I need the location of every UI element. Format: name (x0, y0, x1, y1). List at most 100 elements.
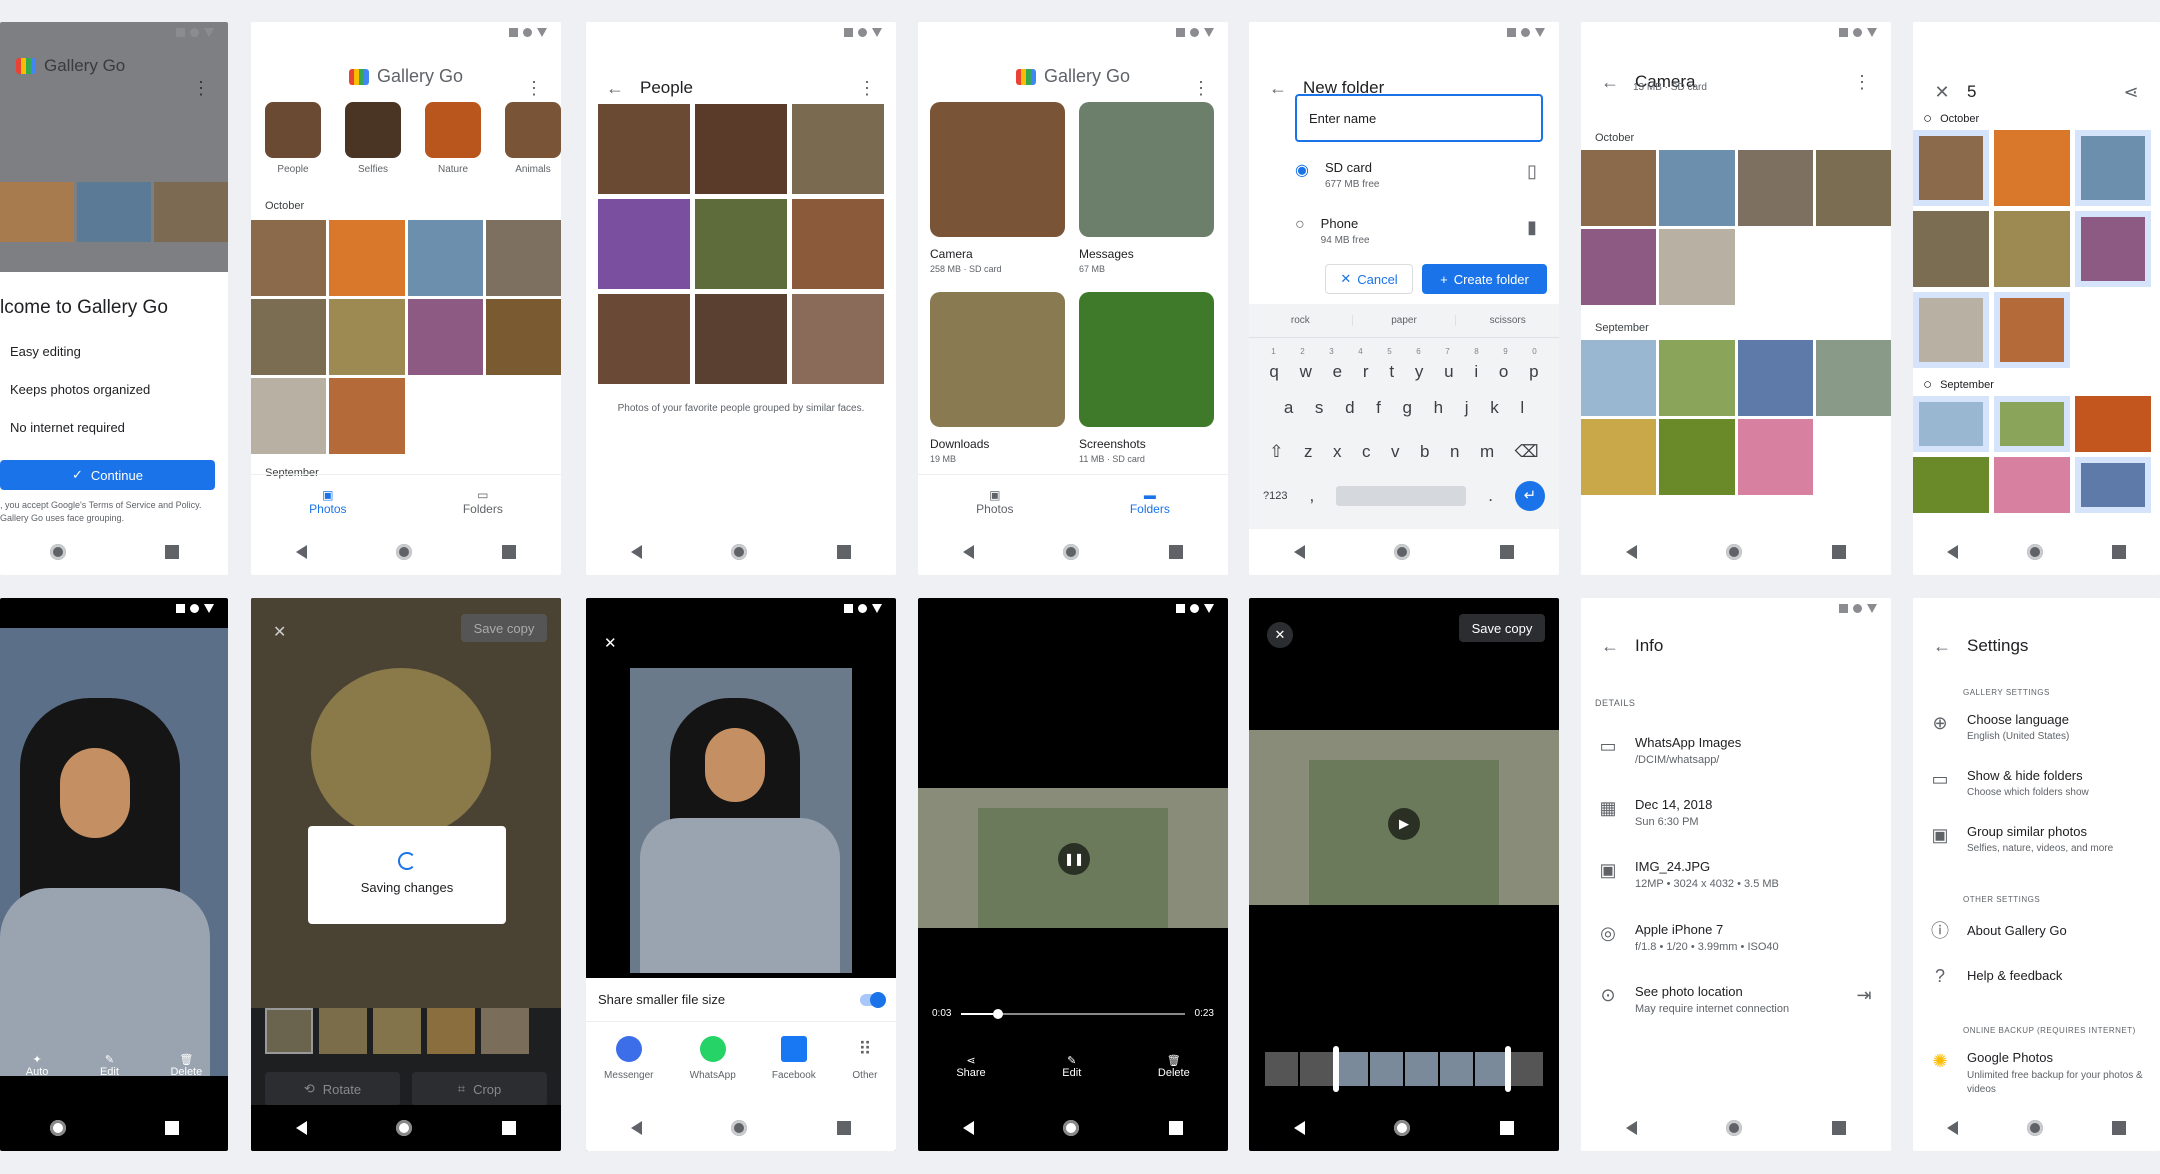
person-face[interactable] (598, 294, 690, 384)
edit-button[interactable]: ✎ Edit (1062, 1054, 1081, 1079)
photo-thumb[interactable] (1581, 419, 1657, 495)
folder-screenshots[interactable]: Screenshots 11 MB · SD card (1079, 292, 1214, 464)
share-icon[interactable]: ⋖ (2120, 81, 2142, 103)
photo-thumb[interactable] (1737, 150, 1813, 226)
photo-thumb-selected[interactable] (2075, 130, 2151, 206)
nav-photos-tab[interactable]: ▣ Photos (976, 488, 1013, 516)
back-icon[interactable] (295, 1121, 307, 1135)
setting-about[interactable]: ⓘ About Gallery Go (1929, 920, 2160, 942)
person-face[interactable] (695, 199, 787, 289)
back-icon[interactable] (962, 1121, 974, 1135)
continue-button[interactable]: ✓ Continue (0, 460, 215, 490)
back-arrow-icon[interactable]: ← (1267, 77, 1289, 99)
progress-track[interactable] (961, 1008, 1185, 1019)
chip-selfies[interactable]: Selfies (345, 102, 401, 175)
photo-thumb[interactable] (251, 378, 327, 454)
crop-button[interactable]: ⌗ Crop (412, 1072, 547, 1106)
photo-thumb[interactable] (1737, 419, 1813, 495)
filter-thumb[interactable] (427, 1008, 475, 1054)
photo-thumb-selected[interactable] (1913, 292, 1989, 368)
option-phone[interactable]: ○ Phone 94 MB free ▮ (1295, 216, 1543, 246)
option-sd-card[interactable]: ◉ SD card 677 MB free ▯ (1295, 160, 1543, 190)
folder-messages[interactable]: Messages 67 MB (1079, 102, 1214, 274)
person-face[interactable] (792, 104, 884, 194)
scrubber-handle[interactable] (992, 1008, 1003, 1019)
delete-button[interactable]: 🗑 Delete (170, 1053, 202, 1078)
photo-thumb[interactable] (251, 299, 327, 375)
back-icon[interactable] (1625, 1121, 1637, 1135)
home-icon[interactable] (49, 1120, 66, 1136)
photo-thumb[interactable] (329, 220, 405, 296)
person-face[interactable] (598, 199, 690, 289)
back-icon[interactable] (295, 545, 307, 559)
photo-thumb-selected[interactable] (2075, 457, 2151, 513)
filter-thumb[interactable] (373, 1008, 421, 1054)
save-copy-button[interactable]: Save copy (1459, 614, 1545, 642)
photo-thumb[interactable] (1994, 130, 2070, 206)
trim-end-handle[interactable] (1505, 1046, 1511, 1092)
home-icon[interactable] (731, 1120, 748, 1136)
folder-name-input[interactable]: Enter name (1295, 94, 1543, 142)
home-icon[interactable] (396, 544, 413, 560)
home-icon[interactable] (1394, 1120, 1411, 1136)
open-external-icon[interactable]: ⇥ (1853, 984, 1875, 1006)
photo-thumb-selected[interactable] (1913, 396, 1989, 452)
nav-folders-tab[interactable]: ▬ Folders (1130, 488, 1170, 516)
photo-thumb[interactable] (1581, 229, 1657, 305)
share-other[interactable]: ⠿ Other (852, 1036, 878, 1081)
space-bar[interactable] (1336, 486, 1467, 506)
recents-icon[interactable] (837, 545, 852, 559)
shift-icon[interactable]: ⇧ (1269, 442, 1283, 462)
photo-thumb[interactable] (329, 299, 405, 375)
home-icon[interactable] (1063, 544, 1080, 560)
setting-language[interactable]: ⊕ Choose language English (United States) (1929, 712, 2160, 742)
viewer-photo[interactable] (0, 628, 228, 1076)
recents-icon[interactable] (2111, 545, 2126, 559)
photo-thumb[interactable] (1815, 150, 1891, 226)
folder-downloads[interactable]: Downloads 19 MB (930, 292, 1065, 464)
photo-thumb[interactable] (1659, 150, 1735, 226)
home-icon[interactable] (49, 544, 66, 560)
photo-thumb[interactable] (485, 299, 561, 375)
photo-thumb-selected[interactable] (1913, 130, 1989, 206)
recents-icon[interactable] (164, 545, 179, 559)
info-location[interactable]: ⊙ See photo location May require internet … (1597, 984, 1875, 1015)
pause-icon[interactable]: ❚❚ (1058, 843, 1090, 875)
setting-group-photos[interactable]: ▣ Group similar photos Selfies, nature, vi… (1929, 824, 2160, 854)
recents-icon[interactable] (502, 1121, 517, 1135)
create-folder-button[interactable]: + Create folder (1422, 264, 1547, 294)
enter-icon[interactable]: ↵ (1514, 481, 1545, 511)
setting-folders[interactable]: ▭ Show & hide folders Choose which folders… (1929, 768, 2160, 798)
play-icon[interactable]: ▶ (1388, 808, 1420, 840)
back-arrow-icon[interactable]: ← (1599, 635, 1621, 657)
folder-camera[interactable]: Camera 258 MB · SD card (930, 102, 1065, 274)
photo-thumb[interactable] (1913, 211, 1989, 287)
back-arrow-icon[interactable]: ← (1599, 71, 1621, 93)
person-face[interactable] (695, 294, 787, 384)
home-icon[interactable] (2026, 1120, 2043, 1136)
select-october[interactable]: ○ October (1923, 110, 1979, 127)
chip-people[interactable]: People (265, 102, 321, 175)
filter-thumb[interactable] (265, 1008, 313, 1054)
home-icon[interactable] (1394, 544, 1411, 560)
person-face[interactable] (792, 294, 884, 384)
back-arrow-icon[interactable]: ← (604, 77, 626, 99)
photo-thumb[interactable] (1815, 340, 1891, 416)
share-facebook[interactable]: Facebook (772, 1036, 816, 1081)
share-messenger[interactable]: Messenger (604, 1036, 654, 1081)
photo-thumb[interactable] (1994, 211, 2070, 287)
photo-thumb-selected[interactable] (1994, 396, 2070, 452)
home-icon[interactable] (2026, 544, 2043, 560)
recents-icon[interactable] (1169, 545, 1184, 559)
more-icon[interactable]: ⋮ (856, 77, 878, 99)
photo-thumb[interactable] (2075, 396, 2151, 452)
filter-thumb[interactable] (481, 1008, 529, 1054)
recents-icon[interactable] (1832, 1121, 1847, 1135)
home-icon[interactable] (1726, 1120, 1743, 1136)
back-icon[interactable] (1293, 1121, 1305, 1135)
photo-thumb[interactable] (1659, 419, 1735, 495)
recents-icon[interactable] (2111, 1121, 2126, 1135)
size-toggle[interactable] (860, 991, 886, 1008)
back-arrow-icon[interactable]: ← (1931, 635, 1953, 657)
photo-thumb-selected[interactable] (1994, 292, 2070, 368)
